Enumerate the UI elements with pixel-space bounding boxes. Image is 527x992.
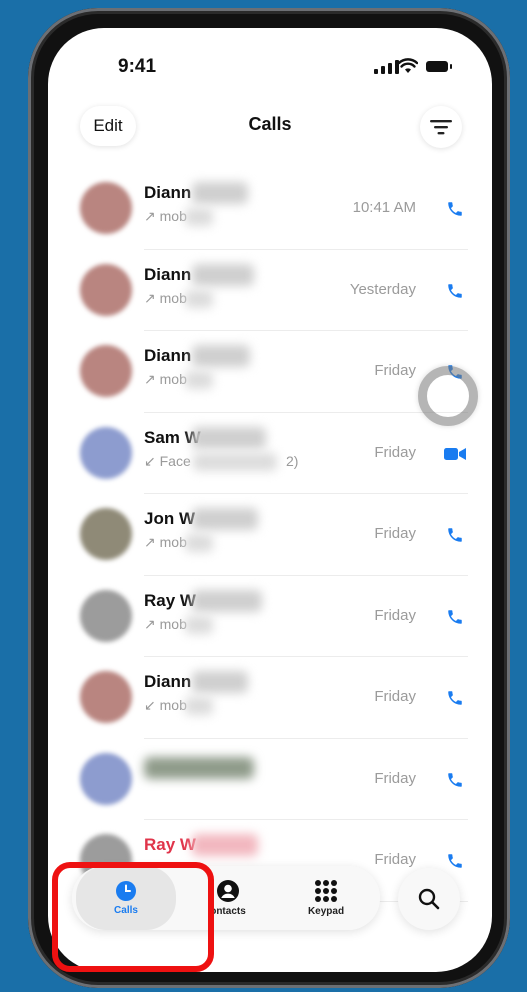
signal-icon xyxy=(374,60,399,74)
redacted-name xyxy=(192,426,266,449)
avatar xyxy=(80,671,132,723)
redacted-name xyxy=(192,834,258,856)
highlight-box xyxy=(52,862,214,972)
call-row[interactable]: Ray W ↗ mob Friday xyxy=(48,576,492,658)
call-button[interactable] xyxy=(436,679,474,717)
call-time: Friday xyxy=(374,851,416,868)
search-button[interactable] xyxy=(398,868,460,930)
call-row[interactable]: Diann ↗ mob 10:41 AM xyxy=(48,168,492,250)
tab-contacts-label: ontacts xyxy=(210,906,246,917)
tab-keypad-label: Keypad xyxy=(307,906,345,917)
phone-icon xyxy=(448,854,462,868)
call-button[interactable] xyxy=(436,516,474,554)
call-detail: ↙ mob xyxy=(144,697,187,713)
phone-icon xyxy=(448,283,462,298)
call-time: Friday xyxy=(374,769,416,787)
video-icon xyxy=(444,447,466,460)
phone-icon xyxy=(448,202,462,216)
call-time: Friday xyxy=(374,688,416,705)
call-button[interactable] xyxy=(436,598,474,636)
call-detail: ↗ mob xyxy=(144,371,187,387)
redacted-detail xyxy=(185,371,213,389)
filter-button[interactable] xyxy=(420,106,462,148)
avatar xyxy=(80,345,132,397)
redacted-detail xyxy=(185,208,213,226)
call-row[interactable]: Diann ↙ mob Friday xyxy=(48,657,492,739)
call-detail: ↗ mob xyxy=(144,534,187,550)
caller-name: Diann xyxy=(144,183,192,202)
call-row[interactable]: Jon W ↗ mob Friday xyxy=(48,494,492,576)
call-detail: ↗ mob xyxy=(144,208,187,224)
redacted-name xyxy=(192,508,258,530)
search-icon xyxy=(418,888,440,910)
caller-name: Ray W xyxy=(144,835,196,854)
call-row[interactable]: Sam W ↙ Face Friday 2) xyxy=(48,413,492,495)
call-detail-tail: 2) xyxy=(286,452,299,469)
nav-bar: Edit Calls xyxy=(48,106,492,156)
call-detail: ↙ Face xyxy=(144,452,191,469)
recents-list: Diann ↗ mob 10:41 AM Diann ↗ mob Yesterd… xyxy=(48,168,492,902)
call-button[interactable] xyxy=(436,761,474,799)
call-button[interactable] xyxy=(436,272,474,310)
call-time: 10:41 AM xyxy=(352,199,416,216)
phone-screen: 9:41 Edit Calls Diann ↗ mob 10:41 AM Dia… xyxy=(48,28,492,972)
caller-name: Diann xyxy=(144,264,192,284)
battery-icon xyxy=(426,61,452,72)
call-time: Friday xyxy=(374,362,416,379)
redacted-detail xyxy=(185,615,213,634)
tab-keypad[interactable]: Keypad xyxy=(278,866,374,930)
call-time: Yesterday xyxy=(349,280,416,298)
phone-icon xyxy=(448,772,462,787)
redacted-detail xyxy=(185,697,213,715)
redacted-name xyxy=(192,671,248,693)
redacted-name xyxy=(192,182,248,204)
redacted-name xyxy=(192,263,254,286)
avatar xyxy=(80,263,132,316)
redacted-name xyxy=(192,345,250,367)
filter-icon xyxy=(430,120,452,135)
caller-name: Diann xyxy=(144,346,192,365)
avatar xyxy=(80,508,132,560)
touch-indicator xyxy=(418,366,478,426)
call-time: Friday xyxy=(374,443,416,461)
redacted-name xyxy=(144,756,254,779)
caller-name: Diann xyxy=(144,672,192,691)
call-time: Friday xyxy=(374,525,416,542)
call-button[interactable] xyxy=(436,190,474,228)
avatar xyxy=(80,589,132,642)
status-bar: 9:41 xyxy=(48,56,492,86)
avatar xyxy=(80,426,132,479)
redacted-detail xyxy=(185,534,213,552)
phone-icon xyxy=(448,609,462,624)
redacted-name xyxy=(192,589,262,612)
status-time: 9:41 xyxy=(118,56,157,77)
phone-icon xyxy=(448,528,462,542)
person-icon xyxy=(217,880,239,902)
avatar xyxy=(80,752,132,805)
phone-icon xyxy=(448,691,462,705)
avatar xyxy=(80,182,132,234)
redacted-detail xyxy=(193,452,278,471)
redacted-detail xyxy=(185,289,213,308)
caller-name: Jon W xyxy=(144,509,195,528)
wifi-icon xyxy=(398,58,418,73)
call-detail: ↗ mob xyxy=(144,615,187,632)
call-detail: ↗ mob xyxy=(144,289,187,306)
call-time: Friday xyxy=(374,606,416,624)
call-row[interactable]: Friday xyxy=(48,739,492,821)
caller-name: Ray W xyxy=(144,590,196,610)
video-call-button[interactable] xyxy=(436,435,474,473)
call-row[interactable]: Diann ↗ mob Yesterday xyxy=(48,250,492,332)
keypad-icon xyxy=(315,880,337,902)
